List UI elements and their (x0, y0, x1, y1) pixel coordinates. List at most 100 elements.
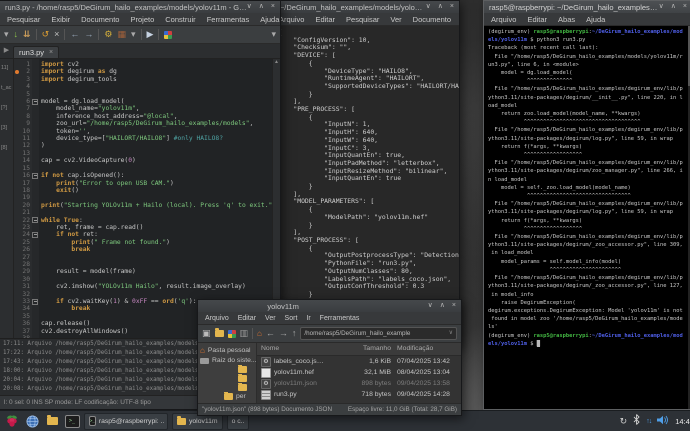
mousepad-titlebar[interactable]: *~/DeGirum_hailo_examples/models/yolov11… (272, 1, 459, 13)
forward-icon[interactable]: → (279, 326, 288, 341)
file-row-yolov11m-hef[interactable]: yolov11m.hef32,1 MiB08/04/2025 13:04 (257, 367, 461, 378)
column-modified[interactable]: Modificação (395, 343, 461, 355)
tree-folder[interactable] (198, 365, 256, 374)
menu-item-ir[interactable]: Ir (306, 315, 310, 322)
close-icon[interactable]: × (452, 300, 456, 312)
tab-run3py[interactable]: run3.py × (13, 46, 59, 58)
network-traffic-icon[interactable]: ↑↓ (646, 418, 651, 425)
color-chooser-icon[interactable] (164, 31, 172, 39)
terminal-output[interactable]: (degirum_env) rasp5@raspberrypi:~/DeGiru… (484, 26, 688, 409)
revert-icon[interactable]: ↺ (42, 27, 50, 42)
home-icon[interactable]: ⌂ (257, 326, 262, 341)
minimize-icon[interactable]: ∨ (247, 1, 252, 13)
close-icon[interactable]: × (271, 1, 275, 13)
forward-icon[interactable]: → (84, 27, 93, 42)
fm-titlebar[interactable]: yolov11m ∨ ∧ × (198, 300, 461, 312)
menu-item-ajuda[interactable]: Ajuda (260, 15, 279, 24)
close-icon[interactable]: × (450, 1, 454, 13)
fold-marker-icon[interactable] (32, 172, 39, 179)
menu-raspberry-icon[interactable] (4, 413, 20, 429)
compact-view-icon[interactable] (228, 330, 236, 338)
path-dropdown-icon[interactable]: ∨ (449, 328, 453, 339)
close-icon[interactable]: × (54, 27, 59, 42)
taskbar-task-terminal[interactable]: >_ rasp5@raspberrypi: .. (84, 413, 168, 430)
path-input[interactable]: /home/rasp5/DeGirum_hailo_example ∨ (300, 327, 457, 340)
column-name[interactable]: Nome (257, 343, 341, 355)
compile-icon[interactable]: ⚙ (104, 27, 112, 42)
menu-item-ferramentas[interactable]: Ferramentas (207, 15, 250, 24)
menu-item-ver[interactable]: Ver (265, 315, 276, 322)
file-row-labels-coco-js-[interactable]: ⚙labels_coco.js…1,6 KiB07/04/2025 13:42 (257, 356, 461, 367)
close-icon[interactable]: × (683, 1, 687, 13)
tree-folder[interactable] (198, 374, 256, 383)
menu-item-editar[interactable]: Editar (315, 15, 335, 24)
browser-globe-icon[interactable] (24, 413, 40, 429)
menu-item-pesquisar[interactable]: Pesquisar (7, 15, 40, 24)
new-tab-icon[interactable] (215, 330, 224, 337)
up-icon[interactable]: ↑ (292, 326, 297, 341)
fold-margin[interactable] (32, 59, 39, 338)
maximize-icon[interactable]: ∧ (438, 1, 443, 13)
bluetooth-icon[interactable] (633, 412, 640, 430)
build-icon[interactable]: ▦ (117, 27, 126, 42)
terminal-titlebar[interactable]: rasp5@raspberrypi: ~/DeGirum_hailo_examp… (484, 1, 690, 13)
menu-item-editar[interactable]: Editar (238, 315, 256, 322)
minimize-icon[interactable]: ∨ (428, 300, 433, 312)
dropdown-icon[interactable]: ▾ (131, 27, 136, 42)
menu-item-projeto[interactable]: Projeto (130, 15, 154, 24)
volume-icon[interactable] (657, 412, 669, 430)
file-row-run3-py[interactable]: run3.py718 bytes09/04/2025 14:28 (257, 389, 461, 400)
terminal-mini-icon: >_ (89, 416, 96, 426)
menu-item-abas[interactable]: Abas (558, 15, 575, 24)
file-manager-launcher-icon[interactable] (44, 413, 60, 429)
fold-marker-icon[interactable] (32, 231, 39, 238)
menu-item-ferramentas[interactable]: Ferramentas (320, 315, 360, 322)
menu-item-sort[interactable]: Sort (285, 315, 298, 322)
place-raiz-do-siste-[interactable]: Raiz do siste... (198, 356, 256, 365)
geany-titlebar[interactable]: run3.py - /home/rasp5/DeGirum_hailo_exam… (0, 1, 280, 13)
file-row-yolov11m-json[interactable]: ⚙yolov11m.json898 bytes09/04/2025 13:58 (257, 378, 461, 389)
tab-close-icon[interactable]: × (49, 49, 53, 56)
menu-item-arquivo[interactable]: Arquivo (279, 15, 304, 24)
fold-marker-icon[interactable] (32, 216, 39, 223)
dropdown-icon[interactable]: ▾ (271, 27, 276, 42)
fold-marker-icon[interactable] (32, 98, 39, 105)
menu-item-exibir[interactable]: Exibir (51, 15, 70, 24)
menu-item-arquivo[interactable]: Arquivo (205, 315, 229, 322)
minimize-icon[interactable]: ∨ (659, 1, 664, 13)
menu-item-construir[interactable]: Construir (165, 15, 195, 24)
back-icon[interactable]: ← (266, 326, 275, 341)
tree-folder[interactable] (198, 383, 256, 392)
place-pasta-pessoal[interactable]: ⌂Pasta pessoal (198, 345, 256, 356)
sidebar-expander-icon[interactable]: ▶ (0, 44, 13, 58)
fm-title: yolov11m (267, 302, 299, 311)
updater-icon[interactable]: ↻ (620, 416, 628, 427)
terminal-launcher-icon[interactable]: >_ (64, 413, 80, 429)
tree-folder[interactable]: per (198, 392, 256, 401)
menu-item-documento[interactable]: Documento (413, 15, 451, 24)
back-icon[interactable]: ← (70, 27, 79, 42)
maximize-icon[interactable]: ∧ (440, 300, 445, 312)
maximize-icon[interactable]: ∧ (259, 1, 264, 13)
menu-item-ajuda[interactable]: Ajuda (586, 15, 605, 24)
geany-menubar: Pesquisar Exibir Documento Projeto Construir… (0, 13, 280, 26)
mousepad-text-area[interactable]: { "ConfigVersion": 10, "Checksum": "", "… (272, 26, 459, 346)
save-all-icon[interactable]: ⇊ (23, 27, 31, 42)
save-icon[interactable]: ↓ (14, 27, 19, 42)
run-icon[interactable]: ▶ (147, 27, 154, 42)
editor-scrollbar[interactable]: ▲ (272, 59, 280, 338)
code-area[interactable]: import cv2import degirum as dgimport deg… (39, 59, 272, 338)
menu-item-pesquisar[interactable]: Pesquisar (346, 15, 379, 24)
dropdown-icon[interactable]: ▾ (4, 27, 9, 42)
new-window-icon[interactable]: ▣ (202, 326, 211, 341)
menu-item-editar[interactable]: Editar (527, 15, 547, 24)
geany-editor[interactable]: 11]t_ac[?][3][8] 12345678910111213141516… (0, 59, 280, 338)
menu-item-documento[interactable]: Documento (81, 15, 119, 24)
minimize-icon[interactable]: ∨ (426, 1, 431, 13)
list-view-icon[interactable]: ▥ (240, 326, 249, 341)
fold-marker-icon[interactable] (32, 298, 39, 305)
column-size[interactable]: Tamanho (341, 343, 395, 355)
menu-item-arquivo[interactable]: Arquivo (491, 15, 516, 24)
maximize-icon[interactable]: ∧ (671, 1, 676, 13)
menu-item-ver[interactable]: Ver (390, 15, 401, 24)
